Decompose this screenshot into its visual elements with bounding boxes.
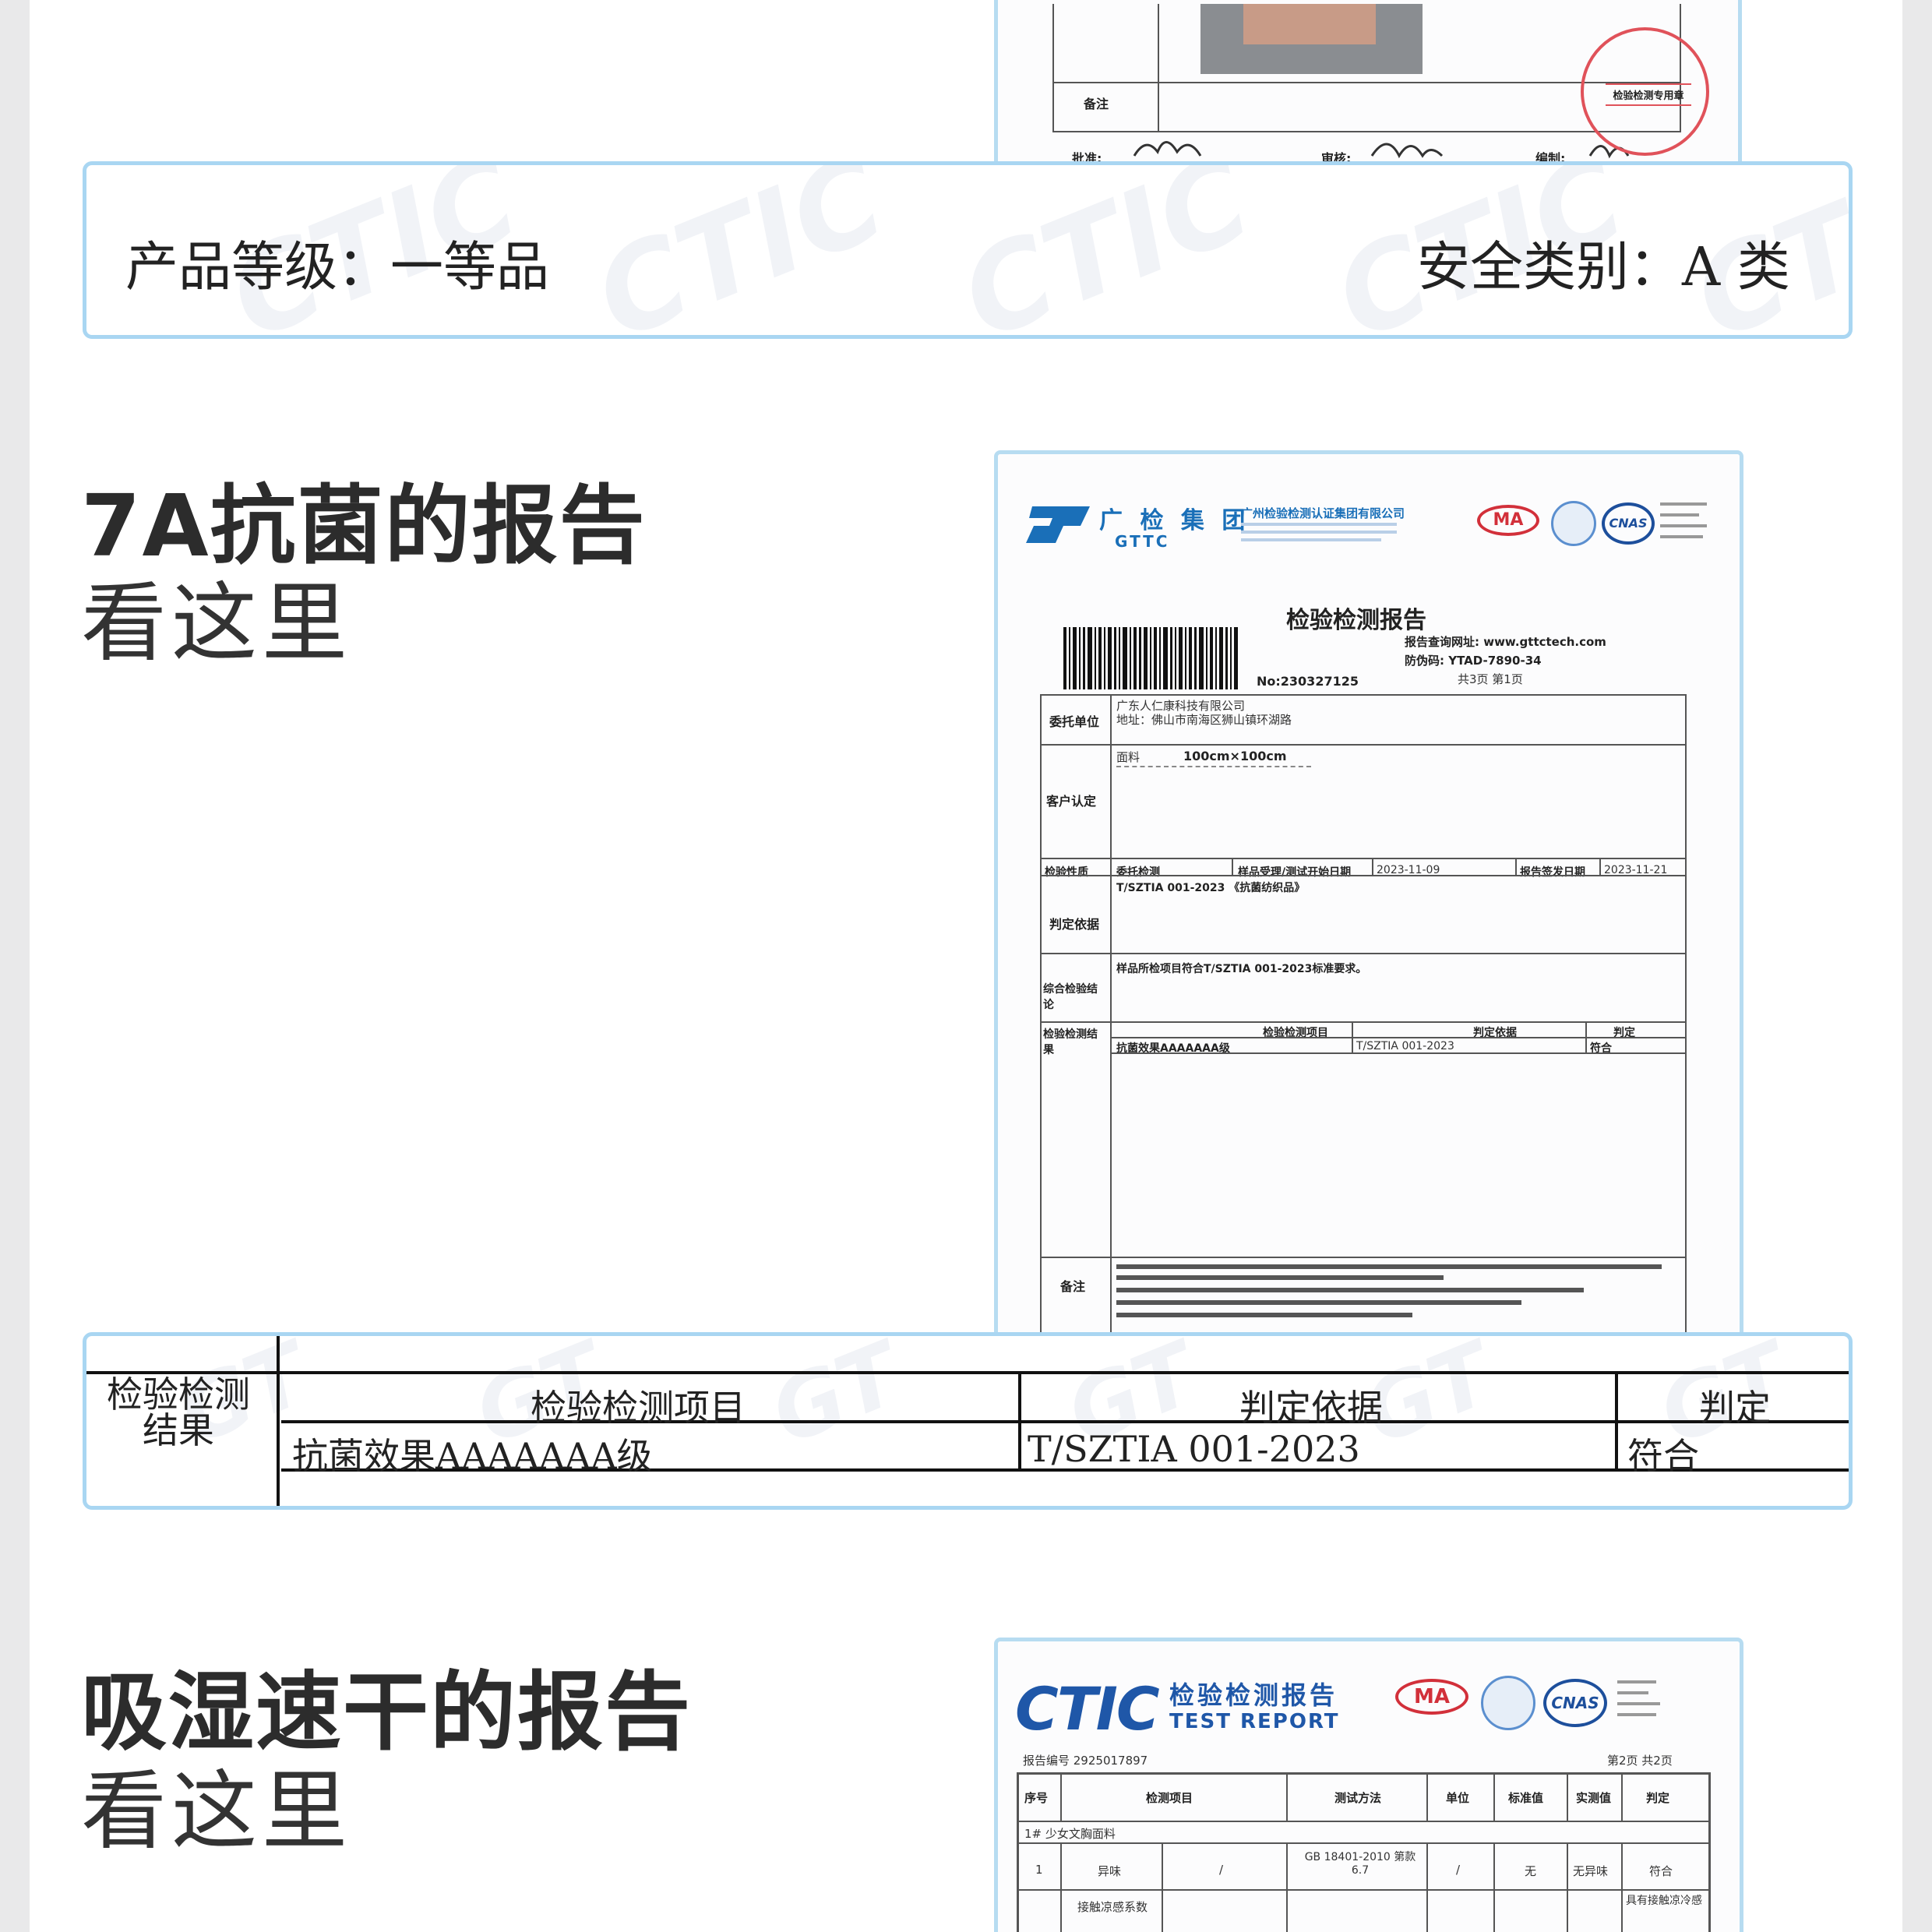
page-info: 共3页 第1页 (1458, 672, 1523, 686)
gttc-brand-en: GTTC (1115, 532, 1170, 551)
basis-label: 判定依据 (1049, 917, 1100, 932)
gttc-brand-cn: 广 检 集 团 (1099, 507, 1250, 534)
ctic-title-cn: 检验检测报告 (1169, 1680, 1338, 1710)
group-row: 1# 少女文胸面料 (1024, 1827, 1116, 1841)
row1-no: 1 (1035, 1863, 1043, 1877)
fabric-label: 面料 (1116, 750, 1141, 764)
fabric-size: 100cm×100cm (1183, 749, 1287, 763)
row1-method: GB 18401-2010 第款 6.7 (1304, 1851, 1416, 1877)
cell-test-item: 抗菌效果AAAAAAA级 (292, 1435, 653, 1477)
top-report-page: 备注 批准: 审核: 编制: 检验检测专用章 (998, 0, 1738, 167)
nature-label: 检验性质 (1045, 866, 1088, 879)
section1-subtitle: 看这里 (81, 573, 352, 673)
conclusion-label: 综合检验结论 (1043, 983, 1098, 1011)
ma-logo: MA (1477, 505, 1539, 536)
conclusion-value: 样品所检项目符合T/SZTIA 001-2023标准要求。 (1116, 963, 1367, 975)
col-standard: 标准值 (1508, 1791, 1544, 1805)
report-number: No:230327125 (1257, 674, 1359, 689)
result-label: 检验检测结果 (1043, 1028, 1098, 1056)
gttc-logo-icon (1026, 506, 1090, 543)
client-label: 委托单位 (1049, 714, 1100, 729)
ctic-page-info: 第2页 共2页 (1607, 1754, 1673, 1768)
ctic-logo: CTIC (1015, 1674, 1160, 1743)
nature-value: 委托检测 (1116, 866, 1160, 879)
row1-item: 异味 (1098, 1864, 1122, 1878)
row1-unit: / (1456, 1863, 1461, 1877)
sample-label: 客户认定 (1046, 794, 1097, 809)
ma-logo-2: MA (1395, 1679, 1468, 1715)
col-item: 检测项目 (1146, 1791, 1193, 1805)
section2-subtitle: 看这里 (81, 1761, 352, 1861)
cnas-logo: CNAS (1602, 502, 1655, 545)
cell-verdict: 符合 (1627, 1435, 1699, 1477)
cell-basis: T/SZTIA 001-2023 (1028, 1428, 1360, 1470)
head-basis: 判定依据 (1239, 1387, 1383, 1429)
gttc-report-page: 广 检 集 团 GTTC 广州检验检测认证集团有限公司 MA CNAS 检验检测… (998, 454, 1740, 1334)
gttc-report-title: 检验检测报告 (1286, 607, 1426, 634)
col-unit: 单位 (1446, 1791, 1470, 1805)
ctic-report-card: CTIC 检验检测报告 TEST REPORT MA CNAS 报告编号 292… (994, 1638, 1743, 1932)
row2-note: 具有接触凉冷感 (1626, 1895, 1702, 1907)
top-report-card: 备注 批准: 审核: 编制: 检验检测专用章 (994, 0, 1742, 171)
col-method: 测试方法 (1334, 1791, 1382, 1805)
row1-standard: 无 (1525, 1864, 1537, 1878)
basis-value: T/SZTIA 001-2023 《抗菌纺织品》 (1116, 882, 1306, 894)
row1-measured: 无异味 (1573, 1864, 1609, 1878)
safety-category: 安全类别：A 类 (1417, 237, 1790, 298)
ctic-report-no: 报告编号 2925017897 (1023, 1754, 1148, 1768)
client-address: 地址：佛山市南海区狮山镇环湖路 (1116, 713, 1292, 727)
basis-short: T/SZTIA 001-2023 (1356, 1040, 1454, 1052)
result-table-panel: GT GT GT GT GT GT 检验检测结果 检验检测项目 判定依据 判定 … (83, 1332, 1853, 1510)
row1-verdict: 符合 (1649, 1864, 1673, 1878)
query-site: 报告查询网址: www.gttctech.com (1405, 635, 1606, 649)
barcode (1063, 627, 1238, 689)
ilac-logo (1551, 501, 1596, 546)
col-verdict: 判定 (1646, 1791, 1670, 1805)
gttc-company: 广州检验检测认证集团有限公司 (1241, 506, 1405, 520)
product-grade: 产品等级：一等品 (125, 237, 550, 298)
col-no: 序号 (1024, 1791, 1049, 1805)
anti-fake-code: 防伪码: YTAD-7890-34 (1405, 654, 1542, 668)
row2-item: 接触凉感系数 (1077, 1900, 1148, 1914)
head-verdict: 判定 (1699, 1387, 1771, 1429)
row1-sub: / (1219, 1863, 1224, 1877)
issue-label: 报告签发日期 (1520, 866, 1585, 879)
head-test-item: 检验检测项目 (531, 1387, 746, 1429)
grade-panel: CTIC CTIC CTIC CTIC CTIC 产品等级：一等品 安全类别：A… (83, 161, 1853, 339)
receive-label: 样品受理/测试开始日期 (1238, 866, 1352, 879)
result-row-label: 检验检测结果 (107, 1373, 250, 1451)
remark-label-gttc: 备注 (1060, 1279, 1086, 1294)
col-measured: 实测值 (1576, 1791, 1612, 1805)
red-seal-stamp: 检验检测专用章 (1581, 27, 1709, 156)
cnas-logo-2: CNAS (1543, 1679, 1607, 1727)
ctic-report-page: CTIC 检验检测报告 TEST REPORT MA CNAS 报告编号 292… (998, 1641, 1740, 1932)
page: 备注 批准: 审核: 编制: 检验检测专用章 CTIC CTIC CTIC CT… (30, 0, 1902, 1932)
gttc-report-card: 广 检 集 团 GTTC 广州检验检测认证集团有限公司 MA CNAS 检验检测… (994, 450, 1743, 1338)
ilac-logo-2 (1481, 1676, 1535, 1730)
ctic-title-en: TEST REPORT (1169, 1710, 1340, 1733)
